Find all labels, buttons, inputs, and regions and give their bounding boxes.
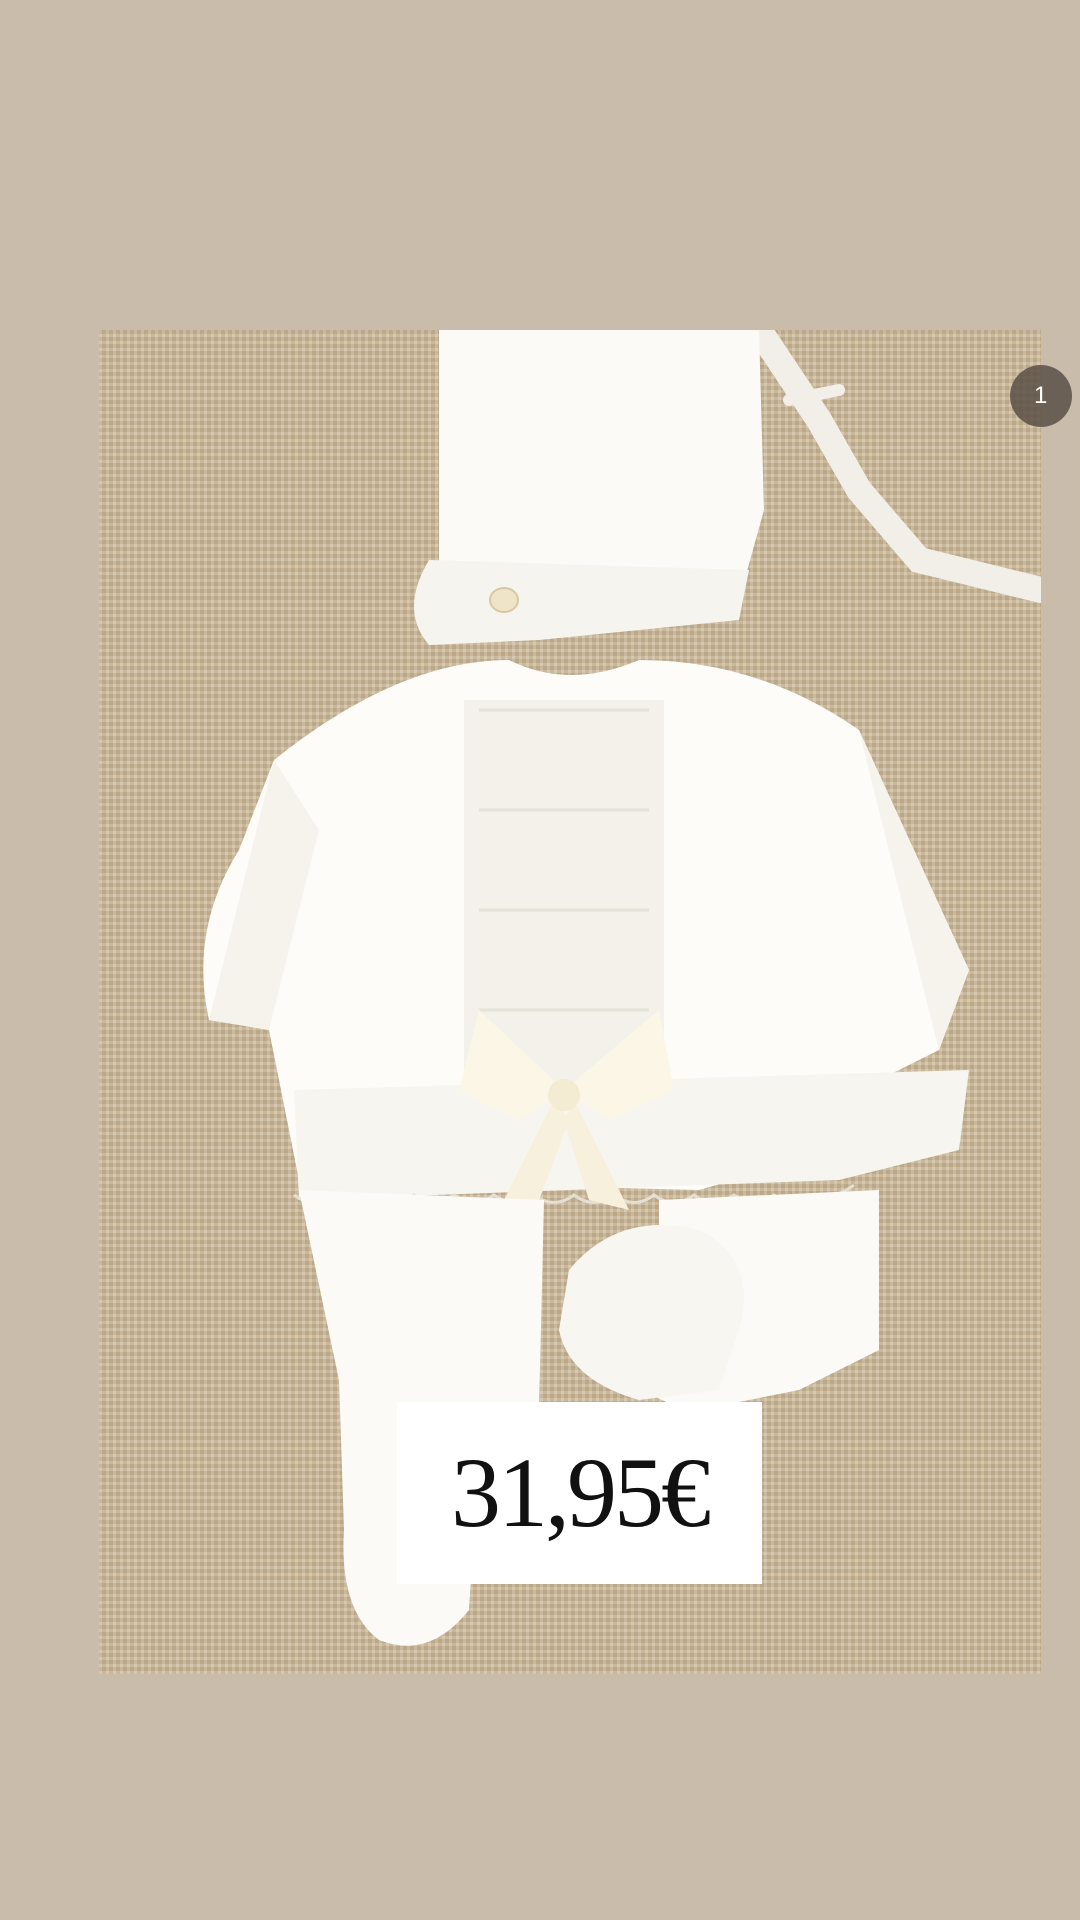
price-card: 31,95€ xyxy=(397,1402,762,1584)
badge-text: 1 xyxy=(1034,382,1048,409)
price-label: 31,95€ xyxy=(451,1437,711,1548)
story-page: 31,95€ 1 xyxy=(0,0,1080,1920)
image-count-badge[interactable]: 1 xyxy=(1010,365,1072,427)
